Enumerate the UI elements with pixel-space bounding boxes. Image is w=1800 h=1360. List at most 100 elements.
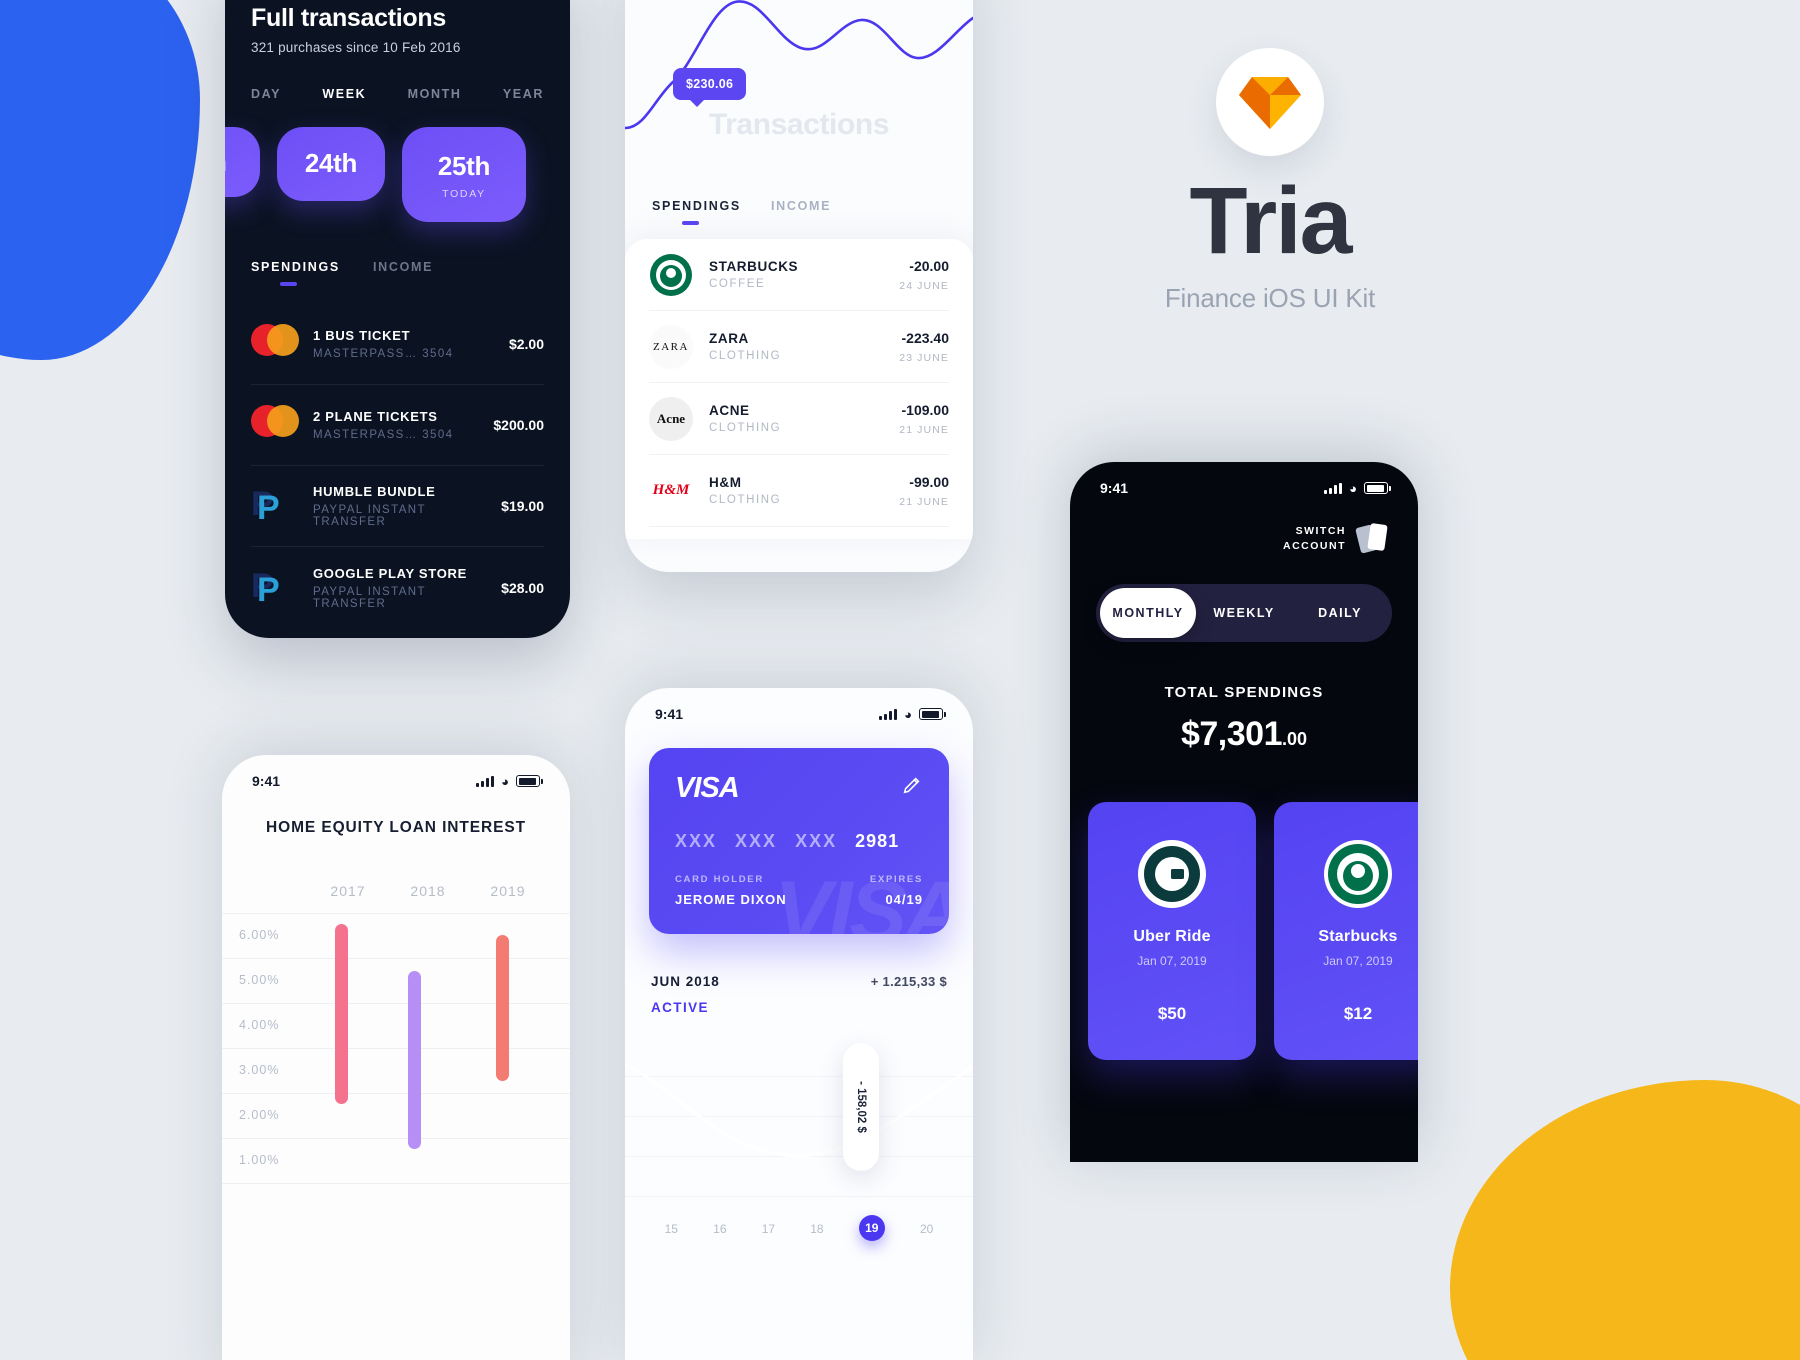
tab-week[interactable]: WEEK <box>322 87 366 101</box>
acne-icon: Acne <box>649 396 693 441</box>
spending-card-name: Starbucks <box>1318 928 1398 946</box>
table-row[interactable]: PP GOOGLE PLAY STORE PAYPAL INSTANT TRAN… <box>251 547 544 628</box>
pencil-icon[interactable] <box>901 774 923 796</box>
list-item[interactable]: Acne ACNE CLOTHING -109.00 21 JUNE <box>649 383 949 455</box>
transaction-amount: $28.00 <box>501 579 544 596</box>
status-badge: ACTIVE <box>651 1000 709 1015</box>
y-tick: 2.00% <box>239 1108 280 1122</box>
transaction-name: GOOGLE PLAY STORE <box>313 565 467 581</box>
y-tick: 1.00% <box>239 1153 280 1167</box>
tab-spendings[interactable]: SPENDINGS <box>652 199 741 213</box>
transaction-name: HUMBLE BUNDLE <box>313 484 436 499</box>
merchant-name: ZARA <box>709 331 749 346</box>
tab-year[interactable]: YEAR <box>503 87 544 101</box>
visa-watermark: VISA <box>774 864 949 934</box>
merchant-amount: -109.00 <box>901 401 949 418</box>
tab-spendings[interactable]: SPENDINGS <box>251 260 340 274</box>
merchant-date: 24 JUNE <box>899 279 949 292</box>
uber-icon <box>1138 840 1206 909</box>
day-chip-label: 25th <box>437 151 491 181</box>
y-tick: 6.00% <box>239 928 280 942</box>
total-spendings-label: TOTAL SPENDINGS <box>1164 684 1324 702</box>
day-tick[interactable]: 20 <box>920 1222 933 1241</box>
x-tick: 2017 <box>330 883 366 899</box>
switch-account-line1: SWITCH <box>1295 525 1346 537</box>
switch-account-button[interactable]: SWITCH ACCOUNT <box>1096 523 1392 554</box>
brand-subtitle: Finance iOS UI Kit <box>1164 283 1376 313</box>
zara-icon: ZARA <box>649 324 693 369</box>
brand-name: Tria <box>1189 168 1353 274</box>
mastercard-icon <box>251 405 299 445</box>
merchant-category: CLOTHING <box>709 422 782 434</box>
tab-income[interactable]: INCOME <box>771 199 831 213</box>
tab-income[interactable]: INCOME <box>373 260 433 274</box>
mastercard-icon <box>251 324 299 364</box>
period-tabs: DAY WEEK MONTH YEAR <box>225 87 570 101</box>
list-item[interactable]: H&M H&M CLOTHING -99.00 21 JUNE <box>649 455 949 527</box>
card-number: XXX XXX XXX 2981 <box>675 831 923 852</box>
status-bar: 9:41 ◕ <box>625 688 973 722</box>
segment-monthly[interactable]: MONTHLY <box>1100 588 1196 639</box>
card-period-summary: JUN 2018 ACTIVE + 1.215,33 $ <box>651 974 947 1015</box>
day-chip-25-today[interactable]: 25th TODAY <box>402 127 526 222</box>
card-number-group: XXX <box>735 831 778 851</box>
branding-block: Tria Finance iOS UI Kit <box>1100 48 1440 314</box>
sparkline-chart: Transactions $230.06 <box>625 0 973 193</box>
day-tick[interactable]: 17 <box>762 1222 775 1241</box>
day-chip-23[interactable]: 3th <box>225 127 260 197</box>
paypal-icon: PP <box>251 485 280 527</box>
ghost-title: Transactions <box>708 108 890 141</box>
status-bar: 9:41 ◕ <box>222 755 570 789</box>
phone-loan-interest-chart: 9:41 ◕ HOME EQUITY LOAN INTEREST 2017 20… <box>222 755 570 1360</box>
day-tick[interactable]: 15 <box>665 1222 678 1241</box>
transaction-amount: $200.00 <box>493 417 544 433</box>
bar-2018 <box>408 970 421 1149</box>
status-time: 9:41 <box>1100 480 1129 496</box>
tab-month[interactable]: MONTH <box>408 87 462 101</box>
wifi-icon: ◕ <box>1349 480 1357 496</box>
transaction-name: 1 BUS TICKET <box>313 328 411 343</box>
merchant-name: ACNE <box>709 403 750 418</box>
transaction-name: 2 PLANE TICKETS <box>313 409 438 424</box>
merchant-name: STARBUCKS <box>709 259 799 274</box>
spending-card-amount: $50 <box>1157 1004 1187 1024</box>
transaction-meta: MASTERPASS… 3504 <box>313 429 454 441</box>
background-blob-blue <box>0 0 200 360</box>
day-tick[interactable]: 16 <box>713 1222 726 1241</box>
starbucks-icon <box>1324 840 1392 909</box>
status-time: 9:41 <box>252 773 281 789</box>
spendings-income-tabs: SPENDINGS INCOME <box>251 260 570 286</box>
table-row[interactable]: 1 BUS TICKET MASTERPASS… 3504 $2.00 <box>251 304 544 385</box>
spending-card-starbucks[interactable]: Starbucks Jan 07, 2019 $12 <box>1274 802 1418 1061</box>
segment-daily[interactable]: DAILY <box>1292 588 1388 638</box>
day-tick-selected[interactable]: 19 <box>858 1215 885 1241</box>
day-chip-24[interactable]: 24th <box>277 127 385 201</box>
phone-transactions-graph: DAY WEEK MONTH YEAR Transactions $230.06… <box>625 0 973 572</box>
bar-chart-plot: 6.00% 5.00% 4.00% 3.00% 2.00% 1.00% <box>222 913 570 1193</box>
hm-icon: H&M <box>649 468 693 513</box>
tab-day[interactable]: DAY <box>251 87 281 101</box>
table-row[interactable]: PP HUMBLE BUNDLE PAYPAL INSTANT TRANSFER… <box>251 466 544 547</box>
merchant-date: 23 JUNE <box>899 351 949 364</box>
phone-card-detail: 9:41 ◕ VISA VISA XXX XXX XXX 2981 CARD H… <box>625 688 973 1360</box>
signal-bars-icon <box>1324 482 1343 494</box>
starbucks-icon <box>649 252 693 297</box>
page-title: Full transactions <box>251 4 446 32</box>
table-row[interactable]: 2 PLANE TICKETS MASTERPASS… 3504 $200.00 <box>251 385 544 466</box>
period-segmented-control: MONTHLY WEEKLY DAILY <box>1096 584 1392 643</box>
credit-card[interactable]: VISA VISA XXX XXX XXX 2981 CARD HOLDER J… <box>649 748 949 934</box>
y-tick: 5.00% <box>239 973 280 987</box>
segment-weekly[interactable]: WEEKLY <box>1196 588 1292 638</box>
card-number-group: XXX <box>675 831 718 851</box>
balance-chart: - 158,02 $ 15 16 17 18 19 20 <box>625 1037 973 1241</box>
day-axis: 15 16 17 18 19 20 <box>625 1215 973 1241</box>
list-item[interactable]: STARBUCKS COFFEE -20.00 24 JUNE <box>649 239 949 311</box>
list-item[interactable]: ZARA ZARA CLOTHING -223.40 23 JUNE <box>649 311 949 383</box>
card-number-group: XXX <box>795 831 838 851</box>
spending-card-amount: $12 <box>1343 1004 1373 1024</box>
total-spendings-amount: $7,301.00 <box>1070 715 1418 754</box>
merchant-amount: -223.40 <box>901 329 949 346</box>
spending-card-uber[interactable]: Uber Ride Jan 07, 2019 $50 <box>1088 802 1256 1061</box>
total-amount-main: $7,301 <box>1180 715 1283 754</box>
day-tick[interactable]: 18 <box>810 1222 823 1241</box>
